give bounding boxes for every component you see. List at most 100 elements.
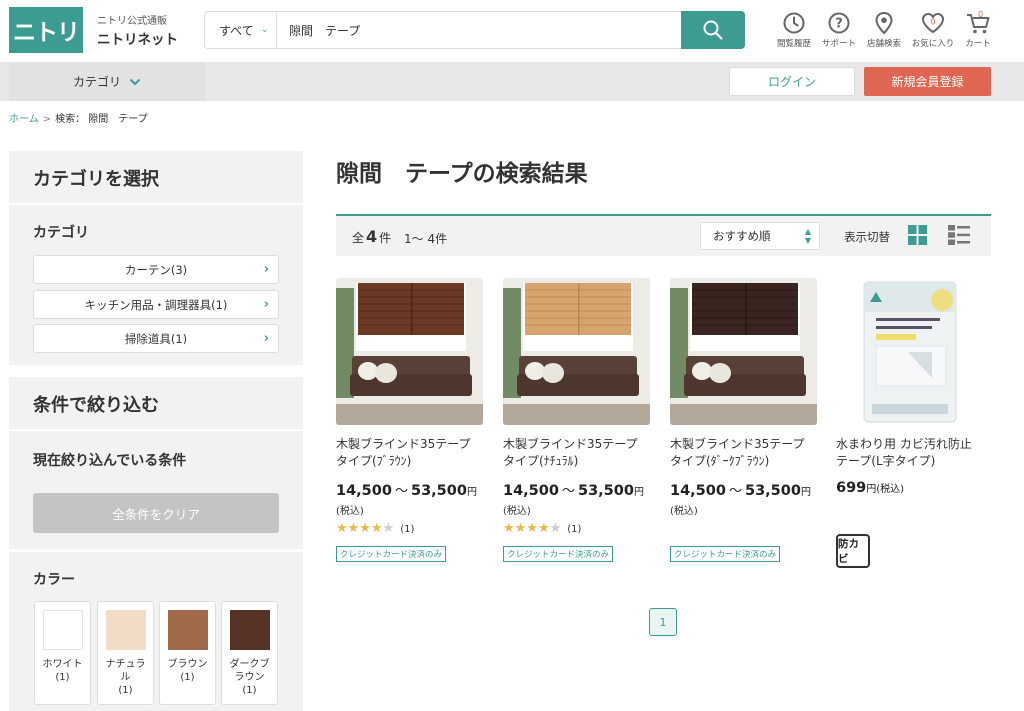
product-name[interactable]: 水まわり用 カビ汚れ防止テープ(L字タイプ) <box>836 436 982 470</box>
clear-filters-button[interactable]: 全条件をクリア <box>33 493 279 533</box>
color-swatch <box>229 610 270 650</box>
color-count: (1) <box>180 672 195 683</box>
cart-label: カート <box>965 39 991 49</box>
store-search-link[interactable]: 店舗検索 <box>859 9 909 53</box>
search-icon <box>703 20 723 40</box>
select-category-heading: カテゴリを選択 <box>9 151 303 203</box>
tax-note: (税込) <box>336 506 364 517</box>
product-price: 699円(税込) <box>836 480 905 496</box>
heart-icon: 0 <box>921 12 945 34</box>
chevron-right-icon: › <box>263 262 269 277</box>
page-title: 隙間 テープの検索結果 <box>336 161 588 187</box>
color-name: ホワイト <box>42 659 83 670</box>
svg-text:?: ? <box>835 17 843 32</box>
product-price: 14,500 ～ 53,500円 <box>503 483 644 499</box>
color-name: ブラウン <box>167 659 208 670</box>
search-button[interactable] <box>681 11 745 49</box>
blind-photo <box>503 278 650 425</box>
product-name[interactable]: 木製ブラインド35テープタイプ(ﾅﾁｭﾗﾙ) <box>503 436 649 470</box>
color-option-white[interactable]: ホワイト (1) <box>34 601 91 705</box>
color-option-dark-brown[interactable]: ダークブラウン (1) <box>221 601 278 705</box>
result-count: 全4件 <box>352 227 391 246</box>
favorites-count: 0 <box>930 18 935 27</box>
product-image[interactable] <box>670 278 817 425</box>
rating-stars[interactable]: ★★★★★ (1) <box>503 521 581 536</box>
history-link[interactable]: 閲覧履歴 <box>769 9 819 53</box>
credit-only-badge: クレジットカード決済のみ <box>336 546 447 562</box>
tax-note: (税込) <box>670 506 698 517</box>
history-label: 閲覧履歴 <box>776 39 811 49</box>
register-button[interactable]: 新規会員登録 <box>864 67 991 96</box>
count-number: 4 <box>366 227 378 246</box>
rating-stars[interactable]: ★★★★★ (1) <box>336 521 414 536</box>
favorites-label: お気に入り <box>911 39 955 49</box>
category-menu-label: カテゴリ <box>72 75 121 89</box>
search-scope-select[interactable]: すべて ⌄ <box>205 12 277 48</box>
search-input[interactable] <box>277 12 681 48</box>
breadcrumb: ホーム > 検索： 隙間 テープ <box>9 110 148 125</box>
favorites-link[interactable]: 0 お気に入り <box>908 9 958 53</box>
pagination-page-1[interactable]: 1 <box>649 608 677 636</box>
product-name[interactable]: 木製ブラインド35テープタイプ(ﾀﾞｰｸﾌﾞﾗｳﾝ) <box>670 436 816 470</box>
history-icon <box>783 12 805 34</box>
result-range: 1～ 4件 <box>404 232 448 246</box>
product-image[interactable] <box>836 278 983 425</box>
category-item-label: カーテン(3) <box>124 262 188 277</box>
product-card[interactable]: 木製ブラインド35テープタイプ(ﾌﾞﾗｳﾝ) 14,500 ～ 53,500円 (税… <box>336 278 484 517</box>
search-scope-label: すべて <box>219 23 254 38</box>
color-name: ナチュラル <box>105 659 146 683</box>
category-item-label: キッチン用品・調理器具(1) <box>84 297 228 312</box>
brand-name[interactable]: ニトリネット <box>97 28 178 48</box>
color-option-natural[interactable]: ナチュラル (1) <box>97 601 154 705</box>
color-count: (1) <box>242 685 257 696</box>
current-filter-heading: 現在絞り込んでいる条件 <box>33 453 187 469</box>
category-item-kitchen[interactable]: キッチン用品・調理器具(1) › <box>33 290 279 319</box>
login-button[interactable]: ログイン <box>729 67 855 96</box>
product-card[interactable]: 水まわり用 カビ汚れ防止テープ(L字タイプ) 699円(税込) <box>836 278 984 496</box>
store-search-label: 店舗検索 <box>866 39 901 49</box>
sort-label: おすすめ順 <box>713 229 771 243</box>
product-card[interactable]: 木製ブラインド35テープタイプ(ﾅﾁｭﾗﾙ) 14,500 ～ 53,500円 (税… <box>503 278 651 517</box>
credit-only-badge: クレジットカード決済のみ <box>503 546 614 562</box>
product-price: 14,500 ～ 53,500円 <box>670 483 811 499</box>
anti-mold-badge: 防カビ <box>836 534 870 568</box>
site-header: ニトリ ニトリ公式通販 ニトリネット すべて ⌄ 閲覧履歴 ? <box>0 0 1024 62</box>
color-heading: カラー <box>33 572 75 588</box>
blind-photo <box>336 278 483 425</box>
support-link[interactable]: ? サポート <box>814 9 864 53</box>
sort-arrows-icon: ▲ ▼ <box>804 227 811 245</box>
search-bar: すべて ⌄ <box>204 11 682 49</box>
review-count: (1) <box>400 524 415 535</box>
credit-only-badge: クレジットカード決済のみ <box>670 546 781 562</box>
breadcrumb-current: 検索： 隙間 テープ <box>55 114 148 125</box>
product-card[interactable]: 木製ブラインド35テープタイプ(ﾀﾞｰｸﾌﾞﾗｳﾝ) 14,500 ～ 53,500… <box>670 278 818 517</box>
cart-count: 0 <box>978 11 983 19</box>
color-swatch <box>167 610 208 650</box>
color-option-brown[interactable]: ブラウン (1) <box>159 601 216 705</box>
list-view-icon[interactable] <box>948 225 970 245</box>
map-pin-icon <box>875 11 893 35</box>
grid-view-icon[interactable] <box>908 225 927 245</box>
count-prefix: 全 <box>352 231 365 245</box>
category-menu-toggle[interactable]: カテゴリ <box>9 62 205 101</box>
product-image[interactable] <box>503 278 650 425</box>
view-toggle-label: 表示切替 <box>844 230 890 244</box>
sort-select[interactable]: おすすめ順 ▲ ▼ <box>700 222 820 250</box>
chevron-right-icon: › <box>263 331 269 346</box>
category-item-curtain[interactable]: カーテン(3) › <box>33 255 279 284</box>
chevron-down-icon: ⌄ <box>261 25 269 35</box>
brand-subtitle: ニトリ公式通販 <box>97 16 167 27</box>
product-name[interactable]: 木製ブラインド35テープタイプ(ﾌﾞﾗｳﾝ) <box>336 436 482 470</box>
product-image[interactable] <box>336 278 483 425</box>
color-count: (1) <box>55 672 70 683</box>
category-item-cleaning[interactable]: 掃除道具(1) › <box>33 324 279 353</box>
nitori-logo[interactable]: ニトリ <box>9 7 83 53</box>
tape-package-photo <box>836 278 983 425</box>
tax-note: (税込) <box>503 506 531 517</box>
cart-link[interactable]: 0 カート <box>953 9 1003 53</box>
result-toolbar: 全4件 1～ 4件 おすすめ順 ▲ ▼ 表示切替 <box>336 214 991 256</box>
filter-heading: 条件で絞り込む <box>9 377 303 429</box>
breadcrumb-home[interactable]: ホーム <box>9 114 39 125</box>
color-name: ダークブラウン <box>229 659 270 683</box>
color-swatch <box>42 610 83 650</box>
